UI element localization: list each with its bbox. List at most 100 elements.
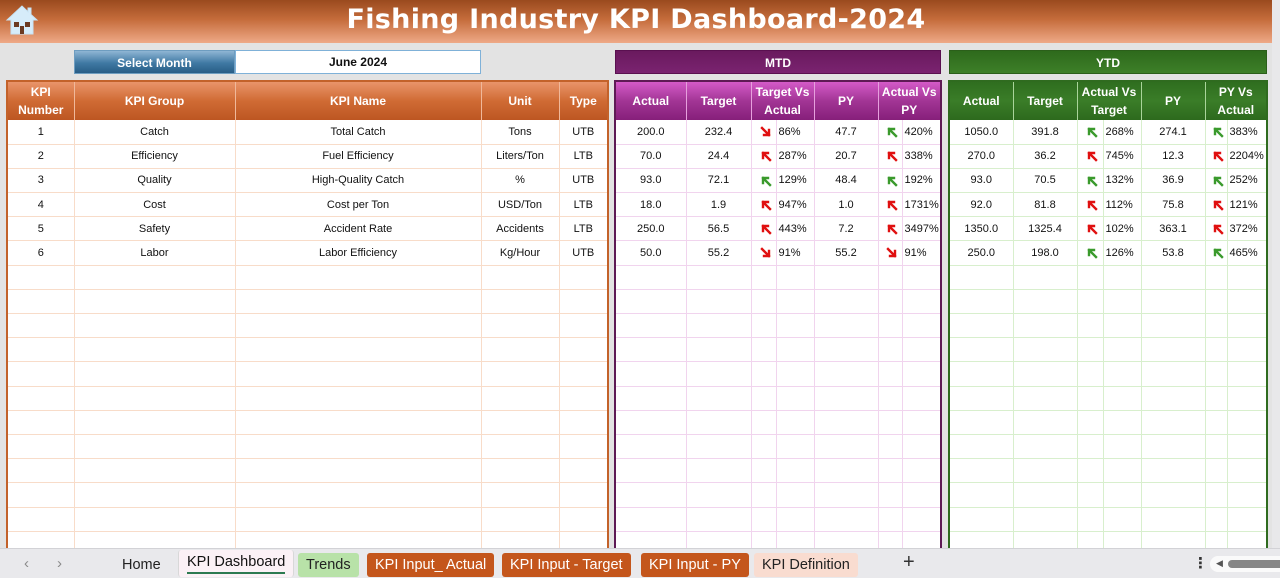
empty-cell[interactable] — [949, 434, 1014, 460]
empty-cell[interactable] — [686, 507, 752, 532]
empty-cell[interactable] — [1227, 289, 1268, 315]
more-options-icon[interactable]: ⋮ — [1193, 554, 1208, 572]
empty-cell[interactable] — [481, 386, 560, 411]
sheet-tab-kpi-input-target[interactable]: KPI Input - Target — [502, 553, 631, 577]
empty-cell[interactable] — [7, 289, 75, 315]
empty-cell[interactable] — [74, 313, 236, 339]
empty-cell[interactable] — [615, 482, 687, 508]
empty-cell[interactable] — [1013, 313, 1078, 339]
empty-cell[interactable] — [878, 289, 903, 315]
empty-cell[interactable] — [776, 337, 815, 363]
empty-cell[interactable] — [776, 507, 815, 532]
sheet-tab-kpi-definition[interactable]: KPI Definition — [754, 553, 858, 577]
empty-cell[interactable] — [902, 265, 942, 290]
empty-cell[interactable] — [1205, 434, 1228, 460]
empty-cell[interactable] — [7, 361, 75, 387]
empty-cell[interactable] — [878, 337, 903, 363]
empty-cell[interactable] — [235, 265, 482, 290]
empty-cell[interactable] — [751, 458, 777, 484]
empty-cell[interactable] — [751, 361, 777, 387]
empty-cell[interactable] — [235, 289, 482, 315]
scroll-left-icon[interactable]: ◀ — [1216, 558, 1223, 569]
empty-cell[interactable] — [74, 507, 236, 532]
empty-cell[interactable] — [1205, 337, 1228, 363]
empty-cell[interactable] — [776, 410, 815, 435]
empty-cell[interactable] — [686, 434, 752, 460]
empty-cell[interactable] — [814, 337, 879, 363]
empty-cell[interactable] — [1077, 265, 1104, 290]
empty-cell[interactable] — [902, 386, 942, 411]
empty-cell[interactable] — [1227, 361, 1268, 387]
empty-cell[interactable] — [814, 410, 879, 435]
empty-cell[interactable] — [814, 482, 879, 508]
empty-cell[interactable] — [235, 337, 482, 363]
empty-cell[interactable] — [1013, 289, 1078, 315]
empty-cell[interactable] — [686, 337, 752, 363]
empty-cell[interactable] — [949, 289, 1014, 315]
empty-cell[interactable] — [235, 361, 482, 387]
empty-cell[interactable] — [949, 410, 1014, 435]
empty-cell[interactable] — [949, 482, 1014, 508]
empty-cell[interactable] — [1103, 507, 1142, 532]
empty-cell[interactable] — [751, 482, 777, 508]
empty-cell[interactable] — [1077, 361, 1104, 387]
empty-cell[interactable] — [878, 482, 903, 508]
empty-cell[interactable] — [1013, 507, 1078, 532]
empty-cell[interactable] — [751, 289, 777, 315]
empty-cell[interactable] — [1077, 507, 1104, 532]
scrollbar-thumb[interactable] — [1228, 560, 1280, 568]
empty-cell[interactable] — [878, 361, 903, 387]
empty-cell[interactable] — [7, 458, 75, 484]
empty-cell[interactable] — [686, 265, 752, 290]
empty-cell[interactable] — [615, 434, 687, 460]
next-sheet-button[interactable]: › — [57, 555, 62, 572]
empty-cell[interactable] — [1141, 410, 1206, 435]
empty-cell[interactable] — [615, 361, 687, 387]
empty-cell[interactable] — [1227, 482, 1268, 508]
empty-cell[interactable] — [7, 507, 75, 532]
empty-cell[interactable] — [814, 265, 879, 290]
empty-cell[interactable] — [1227, 507, 1268, 532]
month-dropdown[interactable]: June 2024 — [235, 50, 481, 74]
empty-cell[interactable] — [235, 434, 482, 460]
empty-cell[interactable] — [559, 434, 609, 460]
empty-cell[interactable] — [235, 458, 482, 484]
empty-cell[interactable] — [1077, 386, 1104, 411]
empty-cell[interactable] — [751, 434, 777, 460]
empty-cell[interactable] — [949, 507, 1014, 532]
empty-cell[interactable] — [1077, 289, 1104, 315]
empty-cell[interactable] — [776, 289, 815, 315]
empty-cell[interactable] — [235, 410, 482, 435]
empty-cell[interactable] — [751, 313, 777, 339]
empty-cell[interactable] — [902, 337, 942, 363]
empty-cell[interactable] — [1205, 458, 1228, 484]
empty-cell[interactable] — [1013, 265, 1078, 290]
empty-cell[interactable] — [814, 434, 879, 460]
empty-cell[interactable] — [1227, 386, 1268, 411]
sheet-tab-home[interactable]: Home — [114, 553, 169, 577]
empty-cell[interactable] — [481, 458, 560, 484]
empty-cell[interactable] — [751, 337, 777, 363]
empty-cell[interactable] — [1205, 361, 1228, 387]
empty-cell[interactable] — [1013, 410, 1078, 435]
empty-cell[interactable] — [902, 458, 942, 484]
prev-sheet-button[interactable]: ‹ — [24, 555, 29, 572]
empty-cell[interactable] — [776, 458, 815, 484]
empty-cell[interactable] — [481, 313, 560, 339]
empty-cell[interactable] — [74, 458, 236, 484]
empty-cell[interactable] — [1103, 337, 1142, 363]
empty-cell[interactable] — [559, 265, 609, 290]
empty-cell[interactable] — [878, 265, 903, 290]
empty-cell[interactable] — [74, 337, 236, 363]
empty-cell[interactable] — [235, 313, 482, 339]
empty-cell[interactable] — [1141, 434, 1206, 460]
empty-cell[interactable] — [1013, 458, 1078, 484]
empty-cell[interactable] — [878, 458, 903, 484]
empty-cell[interactable] — [615, 386, 687, 411]
empty-cell[interactable] — [481, 337, 560, 363]
empty-cell[interactable] — [751, 410, 777, 435]
sheet-tab-kpi-dashboard[interactable]: KPI Dashboard — [178, 550, 295, 577]
empty-cell[interactable] — [559, 507, 609, 532]
sheet-tab-kpi-input-actual[interactable]: KPI Input_ Actual — [367, 553, 495, 577]
empty-cell[interactable] — [559, 386, 609, 411]
